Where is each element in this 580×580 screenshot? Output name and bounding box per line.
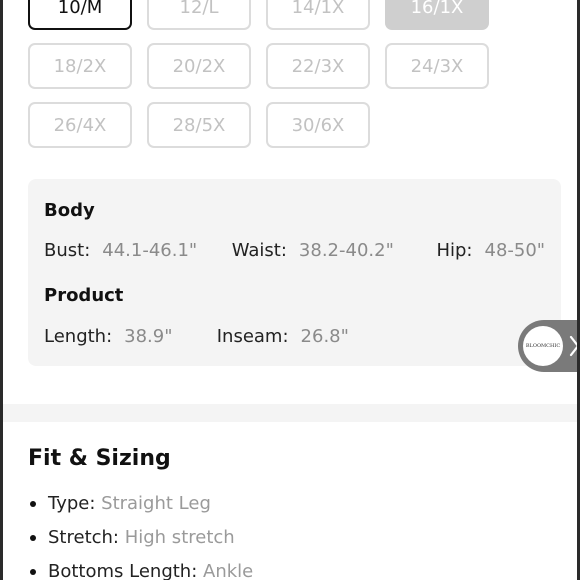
list-item: Stretch: High stretch	[28, 524, 253, 558]
section-divider	[3, 404, 577, 422]
size-option-16-1x[interactable]: 16/1X	[385, 0, 489, 30]
hip-measurement: Hip: 48-50"	[436, 240, 545, 261]
list-item: Bottoms Length: Ankle	[28, 558, 253, 580]
body-measurements: Bust: 44.1-46.1" Waist: 38.2-40.2" Hip: 48-…	[44, 240, 545, 261]
type-value: Straight Leg	[101, 493, 211, 514]
size-option-26-4x[interactable]: 26/4X	[28, 102, 132, 148]
product-measurements: Length: 38.9" Inseam: 26.8"	[44, 326, 349, 347]
size-row: 18/2X 20/2X 22/3X 24/3X	[28, 43, 508, 89]
fit-sizing-title: Fit & Sizing	[28, 446, 171, 471]
size-option-14-1x[interactable]: 14/1X	[266, 0, 370, 30]
hip-label: Hip:	[436, 240, 473, 261]
size-selector: 10/M 12/L 14/1X 16/1X 18/2X 20/2X 22/3X …	[28, 0, 508, 161]
size-row: 10/M 12/L 14/1X 16/1X	[28, 0, 508, 30]
bottoms-length-label: Bottoms Length:	[48, 561, 203, 580]
floating-brand-button[interactable]: BLOOMCHIC	[518, 320, 577, 372]
waist-measurement: Waist: 38.2-40.2"	[232, 240, 431, 261]
product-heading: Product	[44, 285, 124, 306]
product-page: 10/M 12/L 14/1X 16/1X 18/2X 20/2X 22/3X …	[3, 0, 577, 580]
bust-measurement: Bust: 44.1-46.1"	[44, 240, 226, 261]
brand-logo-icon[interactable]: BLOOMCHIC	[523, 326, 563, 366]
hip-value: 48-50"	[484, 240, 546, 261]
inseam-measurement: Inseam: 26.8"	[217, 326, 349, 347]
waist-label: Waist:	[231, 240, 287, 261]
brand-logo-text: BLOOMCHIC	[525, 343, 561, 349]
size-option-12-l[interactable]: 12/L	[147, 0, 251, 30]
inseam-label: Inseam:	[216, 326, 289, 347]
size-option-28-5x[interactable]: 28/5X	[147, 102, 251, 148]
waist-value: 38.2-40.2"	[298, 240, 394, 261]
size-option-30-6x[interactable]: 30/6X	[266, 102, 370, 148]
size-option-18-2x[interactable]: 18/2X	[28, 43, 132, 89]
fit-feature-list: Type: Straight Leg Stretch: High stretch…	[28, 490, 253, 580]
bottoms-length-value: Ankle	[203, 561, 254, 580]
length-measurement: Length: 38.9"	[44, 326, 211, 347]
length-value: 38.9"	[124, 326, 173, 347]
size-option-24-3x[interactable]: 24/3X	[385, 43, 489, 89]
body-heading: Body	[44, 200, 95, 221]
type-label: Type:	[48, 493, 102, 514]
inseam-value: 26.8"	[300, 326, 349, 347]
size-option-22-3x[interactable]: 22/3X	[266, 43, 370, 89]
size-option-10-m[interactable]: 10/M	[28, 0, 132, 30]
length-label: Length:	[44, 326, 113, 347]
close-icon[interactable]	[568, 333, 577, 359]
size-row: 26/4X 28/5X 30/6X	[28, 102, 508, 148]
bust-value: 44.1-46.1"	[102, 240, 198, 261]
stretch-value: High stretch	[124, 527, 235, 548]
list-item: Type: Straight Leg	[28, 490, 253, 524]
bust-label: Bust:	[44, 240, 91, 261]
measurements-card: Body Bust: 44.1-46.1" Waist: 38.2-40.2" Hi…	[28, 179, 561, 366]
stretch-label: Stretch:	[48, 527, 125, 548]
size-option-20-2x[interactable]: 20/2X	[147, 43, 251, 89]
